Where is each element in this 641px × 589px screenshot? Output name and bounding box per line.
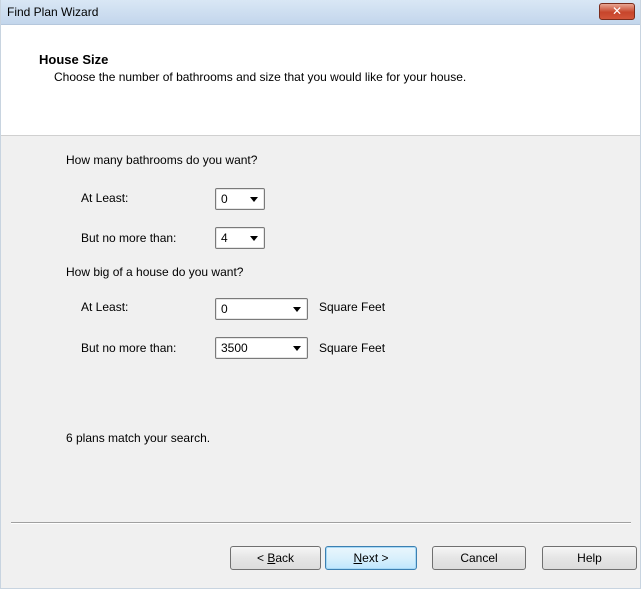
help-label: Help xyxy=(577,551,602,565)
size-at-least-value: 0 xyxy=(221,302,228,316)
size-no-more-label: But no more than: xyxy=(81,341,177,355)
chevron-down-icon xyxy=(250,197,258,202)
title-bar: Find Plan Wizard ✕ xyxy=(1,0,640,25)
chevron-down-icon xyxy=(250,236,258,241)
bathrooms-question: How many bathrooms do you want? xyxy=(66,153,258,167)
size-at-least-dropdown[interactable]: 0 xyxy=(215,298,308,320)
back-button[interactable]: < Back xyxy=(230,546,321,570)
size-question: How big of a house do you want? xyxy=(66,265,244,279)
close-button[interactable]: ✕ xyxy=(599,3,635,20)
size-no-more-dropdown[interactable]: 3500 xyxy=(215,337,308,359)
chevron-down-icon xyxy=(293,307,301,312)
next-button[interactable]: Next > xyxy=(325,546,417,570)
help-button[interactable]: Help xyxy=(542,546,637,570)
bathrooms-no-more-value: 4 xyxy=(221,231,228,245)
size-no-more-unit: Square Feet xyxy=(319,341,386,355)
bathrooms-at-least-value: 0 xyxy=(221,192,228,206)
page-title: House Size xyxy=(39,52,109,67)
bathrooms-no-more-dropdown[interactable]: 4 xyxy=(215,227,265,249)
size-no-more-value: 3500 xyxy=(221,341,248,355)
wizard-header: House Size Choose the number of bathroom… xyxy=(1,25,640,136)
back-prefix: < xyxy=(256,551,268,565)
size-at-least-unit: Square Feet xyxy=(319,300,386,314)
match-status: 6 plans match your search. xyxy=(66,431,211,445)
wizard-window: Find Plan Wizard ✕ House Size Choose the… xyxy=(0,0,641,589)
bathrooms-at-least-dropdown[interactable]: 0 xyxy=(215,188,265,210)
page-subtitle: Choose the number of bathrooms and size … xyxy=(54,70,467,84)
cancel-button[interactable]: Cancel xyxy=(432,546,526,570)
close-icon: ✕ xyxy=(611,4,623,18)
window-title: Find Plan Wizard xyxy=(7,5,99,19)
size-at-least-label: At Least: xyxy=(81,300,129,314)
cancel-label: Cancel xyxy=(460,551,498,565)
bathrooms-at-least-label: At Least: xyxy=(81,191,129,205)
bathrooms-no-more-label: But no more than: xyxy=(81,231,177,245)
chevron-down-icon xyxy=(293,346,301,351)
footer-divider xyxy=(11,522,631,524)
next-label: ext > xyxy=(362,551,389,565)
back-label: ack xyxy=(275,551,295,565)
next-accel: N xyxy=(353,551,363,565)
